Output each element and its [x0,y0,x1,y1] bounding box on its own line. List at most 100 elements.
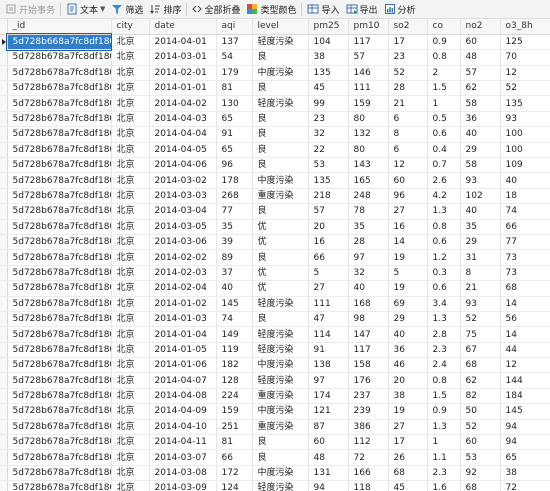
cell-level[interactable]: 优 [252,234,309,251]
cell--id[interactable]: 5d728b678a7fc8df180354 [7,449,112,466]
cell-o3-8h[interactable]: 77 [500,234,550,251]
table-row[interactable]: 5d728b678a7fc8df180354北京2014-04-08224重度污… [0,388,550,405]
cell-aqi[interactable]: 65 [216,142,253,159]
column-header-date[interactable]: date [149,19,217,35]
cell-aqi[interactable]: 91 [216,126,253,143]
cell-co[interactable]: 2.8 [427,326,461,343]
cell-city[interactable]: 北京 [111,157,150,174]
row-indicator[interactable] [0,265,8,282]
cell-co[interactable]: 1.6 [427,480,461,491]
cell-pm25[interactable]: 99 [308,95,349,112]
cell-aqi[interactable]: 39 [216,234,253,251]
cell-pm25[interactable]: 53 [308,157,349,174]
table-row[interactable]: 5d728b678a7fc8df180354北京2014-01-0374良479… [0,311,550,328]
cell-no2[interactable]: 29 [460,142,501,159]
row-indicator[interactable] [0,219,8,235]
cell-level[interactable]: 重度污染 [252,419,309,436]
cell-co[interactable]: 2.3 [427,465,461,482]
cell-no2[interactable]: 93 [460,172,501,189]
cell-city[interactable]: 北京 [111,80,150,97]
cell-aqi[interactable]: 268 [216,188,253,205]
cell-no2[interactable]: 53 [460,449,501,466]
cell-pm10[interactable]: 57 [348,49,389,66]
cell-pm25[interactable]: 91 [308,342,349,359]
cell-co[interactable]: 2.3 [427,342,461,359]
row-indicator[interactable] [0,172,8,189]
cell-so2[interactable]: 26 [388,449,428,466]
cell-date[interactable]: 2014-03-01 [149,49,217,66]
cell-no2[interactable]: 60 [460,434,501,451]
cell-so2[interactable]: 14 [388,234,428,251]
cell-city[interactable]: 北京 [111,342,150,359]
cell-aqi[interactable]: 81 [216,434,253,451]
cell-so2[interactable]: 6 [388,111,428,128]
table-row[interactable]: 5d728b678a7fc8df180354北京2014-04-0491良321… [0,126,550,143]
row-indicator[interactable] [0,311,8,328]
row-indicator[interactable] [0,188,8,205]
cell-aqi[interactable]: 66 [216,449,253,466]
cell--id[interactable]: 5d728b678a7fc8df180354 [7,126,112,143]
cell-city[interactable]: 北京 [111,49,150,66]
cell-date[interactable]: 2014-02-03 [149,265,217,282]
cell-co[interactable]: 0.4 [427,142,461,159]
cell-co[interactable]: 0.6 [427,234,461,251]
filter-button[interactable]: 筛选 [108,1,146,18]
table-row[interactable]: 5d728b678a7fc8df180354北京2014-03-0766良487… [0,449,550,466]
cell-so2[interactable]: 6 [388,142,428,159]
cell-co[interactable]: 0.5 [427,111,461,128]
table-row[interactable]: 5d728b678a7fc8df180354北京2014-02-0289良669… [0,249,550,266]
cell-date[interactable]: 2014-02-02 [149,249,217,266]
column-header-pm10[interactable]: pm10 [348,19,389,35]
cell-level[interactable]: 中度污染 [252,465,309,482]
cell-pm25[interactable]: 20 [308,219,349,235]
cell-level[interactable]: 良 [252,203,309,220]
cell-pm10[interactable]: 118 [348,480,389,491]
cell--id[interactable]: 5d728b678a7fc8df180354 [7,49,112,66]
cell-o3-8h[interactable]: 14 [500,296,550,312]
column-header-aqi[interactable]: aqi [216,19,253,35]
column-header-co[interactable]: co [427,19,461,35]
row-indicator[interactable] [0,234,8,251]
cell-o3-8h[interactable]: 125 [500,34,550,51]
cell-so2[interactable]: 23 [388,49,428,66]
cell--id[interactable]: 5d728b678a7fc8df180354 [7,419,112,436]
cell-pm25[interactable]: 111 [308,296,349,312]
cell-city[interactable]: 北京 [111,234,150,251]
cell--id[interactable]: 5d728b678a7fc8df180354 [7,296,112,312]
table-row[interactable]: 5d728b678a7fc8df180354北京2014-01-0181良451… [0,80,550,97]
table-row[interactable]: 5d728b678a7fc8df180354北京2014-04-02130轻度污… [0,95,550,112]
cell--id[interactable]: 5d728b678a7fc8df180354 [7,465,112,482]
table-row[interactable]: 5d728b678a7fc8df180354北京2014-04-09159中度污… [0,403,550,420]
cell-city[interactable]: 北京 [111,296,150,312]
cell-pm25[interactable]: 5 [308,265,349,282]
table-row[interactable]: 5d728b678a7fc8df180354北京2014-03-0154良385… [0,49,550,66]
cell-date[interactable]: 2014-01-06 [149,357,217,374]
cell-city[interactable]: 北京 [111,219,150,235]
cell-aqi[interactable]: 124 [216,480,253,491]
cell-city[interactable]: 北京 [111,434,150,451]
cell-date[interactable]: 2014-02-01 [149,65,217,82]
cell-so2[interactable]: 19 [388,280,428,297]
table-row[interactable]: 5d728b678a7fc8df180354北京2014-04-07128轻度污… [0,372,550,389]
cell-date[interactable]: 2014-03-04 [149,203,217,220]
cell-pm25[interactable]: 60 [308,434,349,451]
cell-co[interactable]: 1.3 [427,311,461,328]
cell-so2[interactable]: 96 [388,188,428,205]
cell--id[interactable]: 5d728b678a7fc8df180354 [7,372,112,389]
cell-city[interactable]: 北京 [111,249,150,266]
cell--id[interactable]: 5d728b678a7fc8df180354 [7,265,112,282]
cell-pm25[interactable]: 135 [308,65,349,82]
cell-pm10[interactable]: 239 [348,403,389,420]
cell-aqi[interactable]: 77 [216,203,253,220]
cell-pm10[interactable]: 386 [348,419,389,436]
cell--id[interactable]: 5d728b678a7fc8df180354 [7,480,112,491]
cell-no2[interactable]: 62 [460,372,501,389]
cell-pm10[interactable]: 248 [348,188,389,205]
cell-co[interactable]: 2.4 [427,357,461,374]
cell-o3-8h[interactable]: 135 [500,95,550,112]
cell--id[interactable]: 5d728b678a7fc8df180354 [7,203,112,220]
cell-pm25[interactable]: 23 [308,111,349,128]
cell-so2[interactable]: 19 [388,249,428,266]
cell--id[interactable]: 5d728b678a7fc8df180354 [7,249,112,266]
cell-date[interactable]: 2014-02-04 [149,280,217,297]
